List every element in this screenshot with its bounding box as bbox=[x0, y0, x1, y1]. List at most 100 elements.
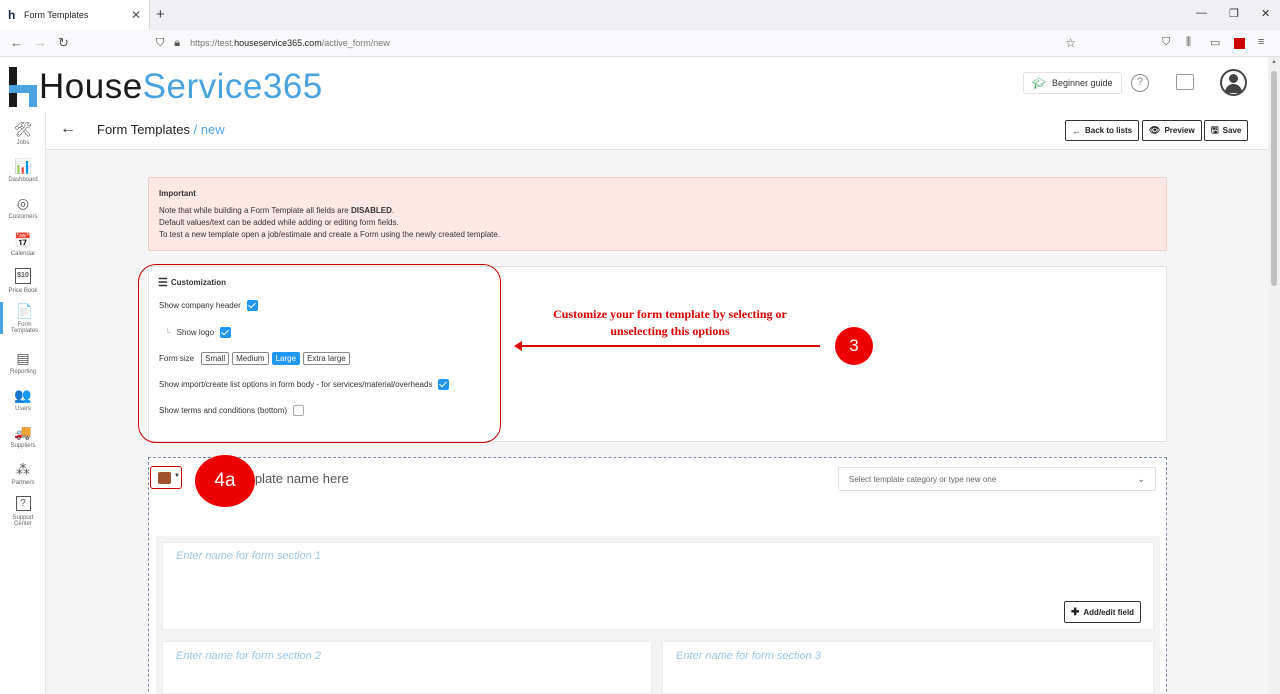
new-tab-button[interactable]: + bbox=[156, 6, 165, 23]
show-logo-label: Show logo bbox=[176, 328, 215, 337]
sidebar-item-price-book[interactable]: $10 Price Book bbox=[0, 268, 46, 294]
template-category-select[interactable]: Select template category or type new one… bbox=[838, 467, 1156, 491]
sidebar-item-users[interactable]: 👥 Users bbox=[0, 386, 46, 412]
menu-icon[interactable]: ≡ bbox=[1258, 36, 1264, 48]
sidebar-item-partners[interactable]: ⁂ Partners bbox=[0, 460, 46, 486]
show-import-checkbox[interactable] bbox=[438, 379, 450, 390]
sidebar-item-reporting[interactable]: ▤ Reporting bbox=[0, 349, 46, 375]
section-1-name-input[interactable]: Enter name for form section 1 bbox=[176, 550, 321, 562]
browser-navbar: ← → ↻ ⛉ 🔒︎ https://test. houseservice365.… bbox=[0, 30, 1280, 57]
show-import-label: Show import/create list options in form … bbox=[159, 380, 433, 389]
page-header: ← Form Templates / new ← Back to lists 👁… bbox=[46, 112, 1268, 150]
logo-text-service: Service365 bbox=[142, 67, 323, 106]
price-tag-icon: $10 bbox=[15, 268, 31, 284]
url-domain: houseservice365.com bbox=[234, 38, 322, 48]
beginner-guide-button[interactable]: 🎓︎ Beginner guide bbox=[1023, 72, 1122, 94]
sidebar-item-jobs[interactable]: 🛠 Jobs bbox=[0, 120, 46, 146]
sidebar-item-label: Price Book bbox=[8, 288, 38, 294]
form-document-icon: 📄 bbox=[15, 303, 34, 319]
tab-close-icon[interactable]: ✕ bbox=[131, 8, 141, 22]
url-bar[interactable]: ⛉ 🔒︎ https://test. houseservice365.com/ac… bbox=[156, 33, 1086, 53]
notice-line-1-end: . bbox=[391, 206, 395, 215]
url-path: /active_form/new bbox=[321, 38, 390, 48]
sidebar-item-calendar[interactable]: 📅 Calendar bbox=[0, 231, 46, 257]
scroll-up-icon[interactable]: ▲ bbox=[1271, 59, 1277, 65]
restore-icon[interactable]: ❐ bbox=[1229, 7, 1239, 20]
save-button[interactable]: 🖫 Save bbox=[1204, 120, 1249, 141]
favicon-icon: h bbox=[8, 8, 16, 22]
lock-icon: 🔒︎ bbox=[174, 36, 181, 49]
sidebar-toggle-icon[interactable]: ▭ bbox=[1210, 36, 1220, 49]
logo-mark-icon bbox=[7, 67, 39, 107]
user-avatar[interactable] bbox=[1220, 69, 1247, 96]
pocket-icon[interactable]: ⛉ bbox=[1162, 36, 1170, 49]
size-extra-large-button[interactable]: Extra large bbox=[303, 352, 350, 365]
sidebar-item-form-templates[interactable]: 📄 Form Templates bbox=[0, 302, 46, 334]
customization-title: Customization bbox=[170, 278, 226, 287]
show-terms-option: Show terms and conditions (bottom) bbox=[159, 405, 305, 416]
bookmark-star-icon[interactable]: ☆ bbox=[1065, 36, 1076, 50]
truck-icon: 🚚 bbox=[14, 424, 32, 440]
sidebar-item-label-line2: Templates bbox=[10, 328, 39, 334]
folder-icon[interactable] bbox=[1176, 74, 1194, 90]
browser-tabbar: h Form Templates ✕ + — ❐ ✕ bbox=[0, 0, 1280, 30]
library-icon[interactable]: ⫼ bbox=[1186, 36, 1191, 49]
sub-option-connector-icon: └ bbox=[165, 328, 171, 337]
page-title-sub: / new bbox=[189, 122, 225, 137]
extension-icon[interactable] bbox=[1234, 38, 1245, 49]
browser-tab[interactable]: h Form Templates ✕ bbox=[0, 0, 150, 30]
size-medium-button[interactable]: Medium bbox=[232, 352, 269, 365]
forward-icon[interactable]: → bbox=[34, 35, 47, 50]
sidebar-item-label: Customers bbox=[8, 214, 38, 220]
back-to-lists-button[interactable]: ← Back to lists bbox=[1065, 120, 1140, 141]
sidebar-item-dashboard[interactable]: 📊 Dashboard bbox=[0, 157, 46, 183]
sliders-icon: ☰ bbox=[158, 277, 168, 289]
back-arrow-icon[interactable]: ← bbox=[60, 120, 76, 138]
users-icon: 👥 bbox=[14, 387, 32, 403]
eye-icon: 👁︎ bbox=[1149, 125, 1161, 135]
show-terms-checkbox[interactable] bbox=[293, 405, 305, 416]
tools-icon: 🛠 bbox=[14, 121, 32, 137]
minimize-icon[interactable]: — bbox=[1196, 7, 1207, 19]
color-swatch bbox=[158, 472, 171, 484]
help-icon[interactable]: ? bbox=[1131, 74, 1149, 92]
template-color-picker[interactable]: ▼ bbox=[150, 466, 182, 489]
customization-heading: ☰ Customization bbox=[158, 276, 226, 289]
calendar-icon: 📅 bbox=[14, 232, 32, 248]
sidebar-item-customers[interactable]: ◎ Customers bbox=[0, 194, 46, 220]
size-large-button[interactable]: Large bbox=[271, 352, 301, 365]
notice-line-3: To test a new template open a job/estima… bbox=[159, 230, 501, 239]
notice-line-1-text: Note that while building a Form Template… bbox=[159, 206, 351, 215]
scrollbar-thumb[interactable] bbox=[1271, 71, 1277, 286]
annotation-line-1: Customize your form template by selectin… bbox=[553, 307, 787, 321]
form-section-2 bbox=[162, 641, 652, 694]
reload-icon[interactable]: ↻ bbox=[58, 35, 69, 51]
sidebar-item-label: Calendar bbox=[10, 251, 36, 257]
step-3-badge: 3 bbox=[835, 327, 873, 365]
sidebar-item-label: Dashboard bbox=[8, 177, 38, 183]
section-2-name-input[interactable]: Enter name for form section 2 bbox=[176, 650, 321, 662]
section-3-name-input[interactable]: Enter name for form section 3 bbox=[676, 650, 821, 662]
size-small-button[interactable]: Small bbox=[201, 352, 230, 365]
annotation-arrow bbox=[514, 341, 820, 351]
show-logo-option: └ Show logo bbox=[165, 327, 232, 338]
houseservice365-logo[interactable]: House Service365 bbox=[7, 63, 323, 107]
show-company-header-checkbox[interactable] bbox=[246, 300, 258, 311]
page-scrollbar[interactable]: ▲ bbox=[1268, 57, 1280, 694]
annotation-text: Customize your form template by selectin… bbox=[520, 306, 820, 340]
add-edit-field-button[interactable]: ✚ Add/edit field bbox=[1064, 601, 1142, 623]
sidebar-item-support-center[interactable]: ? Support Center bbox=[0, 496, 46, 527]
preview-button[interactable]: 👁︎ Preview bbox=[1142, 120, 1202, 141]
preview-label: Preview bbox=[1164, 126, 1195, 135]
back-icon[interactable]: ← bbox=[10, 35, 23, 50]
sidebar-item-suppliers[interactable]: 🚚 Suppliers bbox=[0, 423, 46, 449]
page-title-main: Form Templates bbox=[97, 122, 190, 137]
sidebar-item-label-line2: Center bbox=[13, 521, 32, 527]
window-close-icon[interactable]: ✕ bbox=[1261, 7, 1270, 20]
sidebar: 🛠 Jobs 📊 Dashboard ◎ Customers 📅 Calenda… bbox=[0, 112, 46, 694]
template-name-input[interactable]: mplate name here bbox=[244, 471, 349, 486]
show-company-header-option: Show company header bbox=[159, 300, 258, 311]
chevron-down-icon: ⌄ bbox=[1137, 474, 1145, 484]
sidebar-item-label: Suppliers bbox=[10, 443, 36, 449]
show-logo-checkbox[interactable] bbox=[220, 327, 232, 338]
